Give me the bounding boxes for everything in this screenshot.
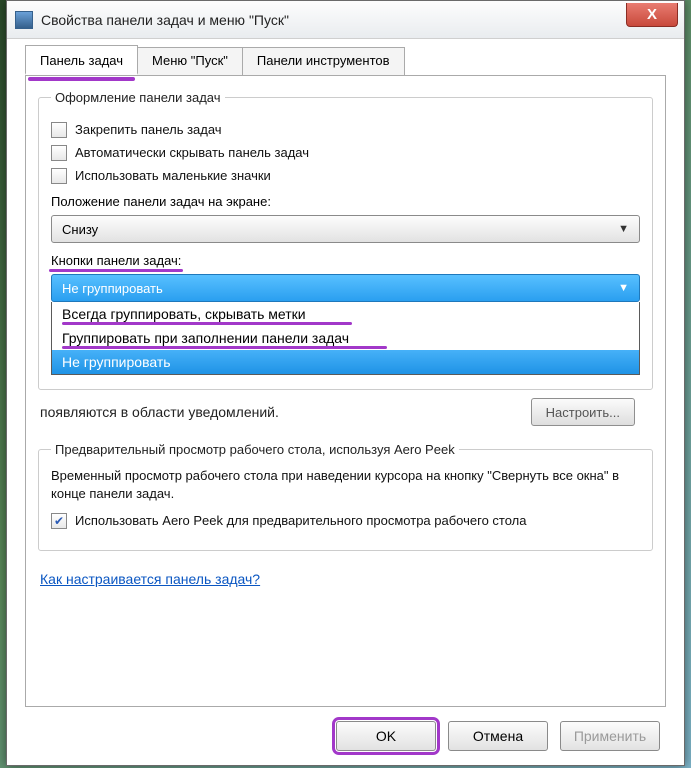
aero-peek-label: Использовать Aero Peek для предварительн… <box>75 513 527 528</box>
position-combo[interactable]: Снизу ▼ <box>51 215 640 243</box>
aero-peek-group: Предварительный просмотр рабочего стола,… <box>38 442 653 551</box>
option-always-group[interactable]: Всегда группировать, скрывать метки <box>52 302 639 326</box>
taskbar-properties-icon <box>15 11 33 29</box>
chevron-down-icon: ▼ <box>618 223 629 235</box>
option-group-when-full[interactable]: Группировать при заполнении панели задач <box>52 326 639 350</box>
appearance-group: Оформление панели задач Закрепить панель… <box>38 90 653 390</box>
tab-strip: Панель задач Меню "Пуск" Панели инструме… <box>25 47 684 75</box>
small-icons-checkbox[interactable] <box>51 168 67 184</box>
aero-peek-legend: Предварительный просмотр рабочего стола,… <box>51 442 459 457</box>
dialog-button-bar: OK Отмена Применить <box>7 707 684 765</box>
autohide-checkbox[interactable] <box>51 145 67 161</box>
buttons-label: Кнопки панели задач: <box>51 253 640 268</box>
tab-panel-taskbar: Оформление панели задач Закрепить панель… <box>25 75 666 707</box>
buttons-value: Не группировать <box>62 281 163 296</box>
properties-dialog: Свойства панели задач и меню "Пуск" X Па… <box>6 0 685 766</box>
aero-peek-checkbox[interactable]: ✔ <box>51 513 67 529</box>
close-button[interactable]: X <box>626 3 678 27</box>
small-icons-label: Использовать маленькие значки <box>75 168 271 183</box>
tab-start-menu[interactable]: Меню "Пуск" <box>137 47 243 75</box>
autohide-label: Автоматически скрывать панель задач <box>75 145 309 160</box>
close-icon: X <box>647 6 657 23</box>
tab-taskbar[interactable]: Панель задач <box>25 45 138 75</box>
appearance-legend: Оформление панели задач <box>51 90 225 105</box>
aero-peek-description: Временный просмотр рабочего стола при на… <box>51 467 640 503</box>
help-link[interactable]: Как настраивается панель задач? <box>40 571 260 587</box>
tab-toolbars[interactable]: Панели инструментов <box>242 47 405 75</box>
configure-button[interactable]: Настроить... <box>531 398 635 426</box>
position-label: Положение панели задач на экране: <box>51 194 640 209</box>
chevron-down-icon: ▼ <box>618 282 629 294</box>
buttons-dropdown-list: Всегда группировать, скрывать метки Груп… <box>51 302 640 375</box>
titlebar: Свойства панели задач и меню "Пуск" X <box>7 1 684 39</box>
buttons-combo[interactable]: Не группировать ▼ <box>51 274 640 302</box>
apply-button[interactable]: Применить <box>560 721 660 751</box>
window-title: Свойства панели задач и меню "Пуск" <box>41 12 289 28</box>
cancel-button[interactable]: Отмена <box>448 721 548 751</box>
ok-button[interactable]: OK <box>336 721 436 751</box>
option-never-group[interactable]: Не группировать <box>52 350 639 374</box>
checkmark-icon: ✔ <box>54 514 64 528</box>
lock-taskbar-label: Закрепить панель задач <box>75 122 222 137</box>
position-value: Снизу <box>62 222 98 237</box>
lock-taskbar-checkbox[interactable] <box>51 122 67 138</box>
